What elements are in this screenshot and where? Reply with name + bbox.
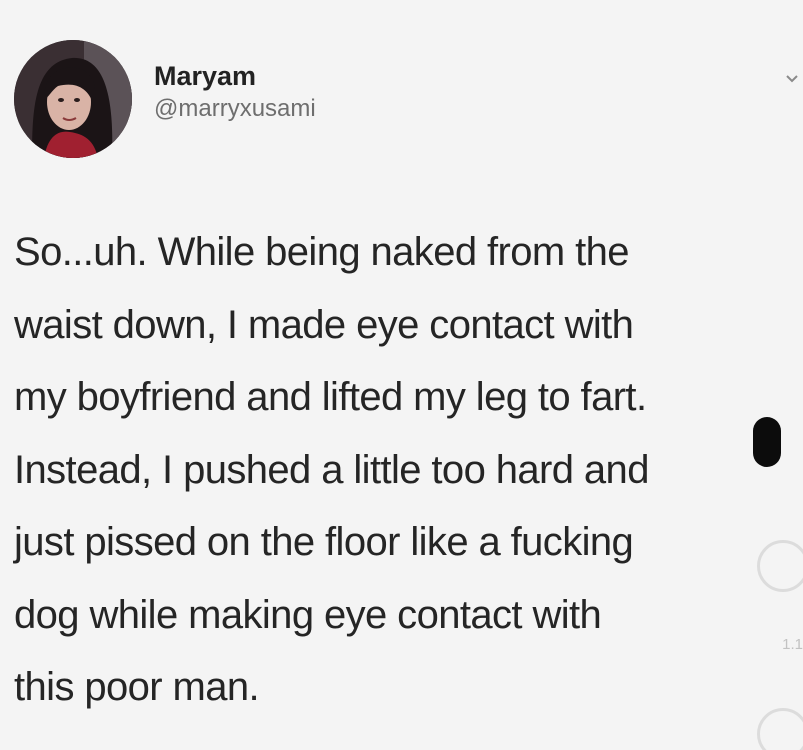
display-name[interactable]: Maryam [154, 59, 316, 93]
tweet-line: my boyfriend and lifted my leg to fart. [14, 375, 647, 419]
tweet-line: Instead, I pushed a little too hard and [14, 447, 649, 492]
faint-heart-icon [757, 540, 803, 592]
tweet-card: Maryam @marryxusami So...uh. While being… [0, 0, 803, 750]
avatar[interactable] [14, 40, 132, 158]
tweet-line: dog while making eye contact with [14, 592, 602, 637]
tweet-line: this poor man. [14, 665, 260, 709]
tweet-text: So...uh. While being naked from the wais… [14, 216, 774, 724]
chevron-down-icon[interactable] [785, 72, 799, 86]
tweet-line: So...uh. While being naked from the [14, 230, 630, 274]
ink-blot [753, 417, 781, 467]
tweet-line: waist down, I made eye contact with [14, 302, 634, 347]
tweet-header: Maryam @marryxusami [14, 40, 316, 158]
profile-photo-icon [14, 40, 132, 158]
tweet-line: just pissed on the floor like a fucking [14, 520, 634, 564]
author-names: Maryam @marryxusami [154, 59, 316, 125]
user-handle[interactable]: @marryxusami [154, 93, 316, 125]
faint-count: 1.1 [782, 636, 803, 653]
